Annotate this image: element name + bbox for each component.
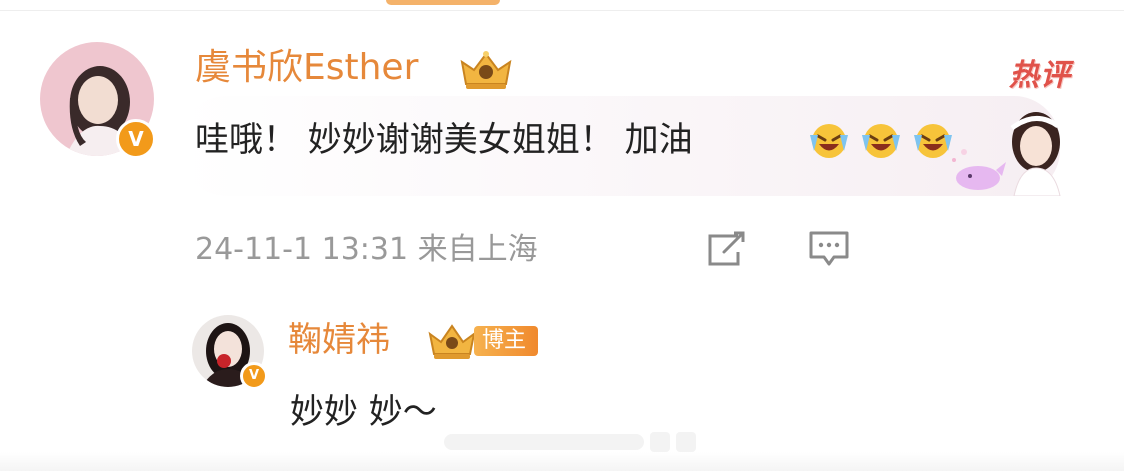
emoji-group bbox=[806, 117, 956, 161]
reply-text: 妙妙 妙～ bbox=[290, 392, 437, 432]
reply-username[interactable]: 鞠婧祎 bbox=[288, 318, 390, 362]
verified-badge: V bbox=[240, 362, 268, 390]
tab-indicator bbox=[386, 0, 500, 5]
crown-icon bbox=[428, 324, 476, 359]
author-badge: 博主 bbox=[474, 326, 539, 356]
comment-username[interactable]: 虞书欣Esther bbox=[195, 44, 418, 92]
hot-comment-tag: 热评 bbox=[1009, 58, 1071, 93]
crown-icon bbox=[460, 51, 512, 89]
reply-icon[interactable] bbox=[808, 229, 850, 269]
bottom-fade bbox=[0, 452, 1124, 471]
comment-decoration-card bbox=[952, 112, 1061, 196]
comment-meta: 24-11-1 13:31 来自上海 bbox=[195, 232, 538, 267]
repost-icon[interactable] bbox=[706, 230, 748, 268]
verified-badge: V bbox=[116, 119, 156, 159]
divider bbox=[0, 10, 1124, 11]
laugh-cry-emoji-icon bbox=[810, 124, 848, 158]
comment-text: 哇哦！ 妙妙谢谢美女姐姐！ 加油 bbox=[195, 120, 693, 160]
comment-thread: V 虞书欣Esther 热评 哇哦！ 妙妙谢谢美女姐姐！ 加油 24-11-1 … bbox=[0, 0, 1124, 471]
laugh-cry-emoji-icon bbox=[862, 124, 900, 158]
